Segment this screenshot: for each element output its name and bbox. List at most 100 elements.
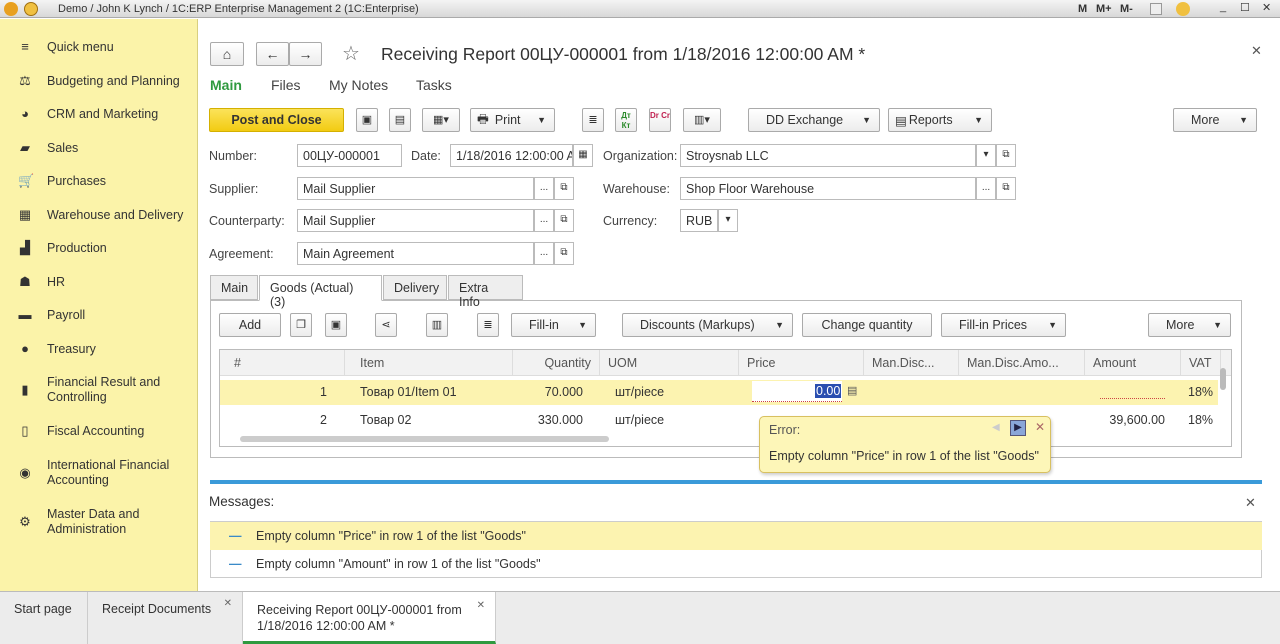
memory-mminus-icon[interactable]: M- xyxy=(1120,3,1133,15)
reports-button[interactable]: ▤ Reports ▼ xyxy=(888,108,992,132)
home-button[interactable]: ⌂ xyxy=(210,42,244,66)
nav-tab-main[interactable]: Main xyxy=(210,77,242,93)
sidebar-item-fiscal-accounting[interactable]: ▯ Fiscal Accounting xyxy=(0,424,196,456)
structure-icon[interactable]: ≣ xyxy=(582,108,604,132)
nav-tab-files[interactable]: Files xyxy=(271,77,301,93)
close-tab-icon[interactable]: ✕ xyxy=(224,598,232,609)
minimize-icon[interactable]: _ xyxy=(1220,1,1226,13)
back-button[interactable]: ← xyxy=(256,42,289,66)
agreement-select-icon[interactable]: ... xyxy=(534,242,554,265)
favorite-star-icon[interactable]: ☆ xyxy=(342,41,360,66)
panels-icon[interactable] xyxy=(1150,3,1162,15)
fill-in-prices-button[interactable]: Fill-in Prices ▼ xyxy=(941,313,1066,337)
tab-goods-actual-[interactable]: Goods (Actual) (3) xyxy=(259,275,382,309)
sidebar-item-quick-menu[interactable]: ≡ Quick menu xyxy=(0,40,196,72)
message-text[interactable]: Empty column "Price" in row 1 of the lis… xyxy=(256,522,526,550)
row-uom[interactable]: шт/piece xyxy=(607,382,737,402)
info-icon[interactable] xyxy=(1176,2,1190,16)
sidebar-item-international-financial-accounting[interactable]: ◉ International Financial Accounting xyxy=(0,458,196,490)
close-window-icon[interactable]: ✕ xyxy=(1262,1,1271,14)
column-header-quantity[interactable]: Quantity xyxy=(513,350,600,376)
row-quantity[interactable]: 330.000 xyxy=(513,410,591,430)
supplier-open-icon[interactable]: ⧉ xyxy=(554,177,574,200)
create-based-on-icon[interactable]: ▦▾ xyxy=(422,108,460,132)
attachments-icon[interactable]: ▥▾ xyxy=(683,108,721,132)
row-quantity[interactable]: 70.000 xyxy=(513,382,591,402)
counterparty-select-icon[interactable]: ... xyxy=(534,209,554,232)
row-uom[interactable]: шт/piece xyxy=(607,410,737,430)
supplier-field[interactable]: Mail Supplier xyxy=(297,177,534,200)
currency-dropdown-icon[interactable]: ▾ xyxy=(718,209,738,232)
column-header-man-disc-[interactable]: Man.Disc... xyxy=(864,350,959,376)
sidebar-item-crm-and-marketing[interactable]: ◕ CRM and Marketing xyxy=(0,107,196,139)
row-vat[interactable]: 18% xyxy=(1188,410,1218,430)
split-icon[interactable]: ⋖ xyxy=(375,313,397,337)
more-button[interactable]: More ▼ xyxy=(1173,108,1257,132)
counterparty-open-icon[interactable]: ⧉ xyxy=(554,209,574,232)
message-item[interactable]: — Empty column "Price" in row 1 of the li… xyxy=(210,522,1262,550)
row-vat[interactable]: 18% xyxy=(1188,382,1218,402)
sidebar-item-treasury[interactable]: ● Treasury xyxy=(0,342,196,374)
fill-icon[interactable]: ≣ xyxy=(477,313,499,337)
next-error-icon[interactable]: ▶ xyxy=(1010,420,1026,436)
tab-main[interactable]: Main xyxy=(210,275,258,300)
memory-m-icon[interactable]: M xyxy=(1078,3,1087,15)
column-header-amount[interactable]: Amount xyxy=(1085,350,1181,376)
main-menu-icon[interactable] xyxy=(24,2,38,16)
dd-exchange-button[interactable]: DD Exchange ▼ xyxy=(748,108,880,132)
sidebar-item-financial-result-and-controlling[interactable]: ▮ Financial Result and Controlling xyxy=(0,375,196,407)
calculator-icon[interactable]: ▤ xyxy=(847,384,857,397)
row-amount[interactable]: 39,600.00 xyxy=(1085,410,1173,430)
save-icon[interactable]: ▣ xyxy=(356,108,378,132)
column-header-price[interactable]: Price xyxy=(739,350,864,376)
close-tooltip-icon[interactable]: ✕ xyxy=(1035,420,1045,434)
organization-dropdown-icon[interactable]: ▾ xyxy=(976,144,996,167)
post-icon[interactable]: ▤ xyxy=(389,108,411,132)
tab-delivery[interactable]: Delivery xyxy=(383,275,447,300)
nav-tab-tasks[interactable]: Tasks xyxy=(416,77,452,93)
counterparty-field[interactable]: Mail Supplier xyxy=(297,209,534,232)
sidebar-item-purchases[interactable]: 🛒 Purchases xyxy=(0,174,196,206)
previous-error-icon[interactable]: ◀ xyxy=(992,422,1000,433)
print-button[interactable]: 🖶 Print ▼ xyxy=(470,108,555,132)
close-document-icon[interactable]: ✕ xyxy=(1251,43,1262,59)
warehouse-select-icon[interactable]: ... xyxy=(976,177,996,200)
bottom-tab-2[interactable]: Receiving Report 00ЦУ-000001 from 1/18/2… xyxy=(243,592,496,644)
copy-icon[interactable]: ❐ xyxy=(290,313,312,337)
tab-extra-info[interactable]: Extra Info xyxy=(448,275,523,309)
paste-icon[interactable]: ▣ xyxy=(325,313,347,337)
nav-tab-my-notes[interactable]: My Notes xyxy=(329,77,388,93)
memory-mplus-icon[interactable]: M+ xyxy=(1096,3,1112,15)
bottom-tab-1[interactable]: Receipt Documents ✕ xyxy=(88,592,243,644)
forward-button[interactable]: → xyxy=(289,42,322,66)
discounts-button[interactable]: Discounts (Markups) ▼ xyxy=(622,313,793,337)
row-item[interactable]: Товар 01/Item 01 xyxy=(352,382,512,402)
column-header-item[interactable]: Item xyxy=(345,350,513,376)
change-quantity-button[interactable]: Change quantity xyxy=(802,313,932,337)
number-field[interactable]: 00ЦУ-000001 xyxy=(297,144,402,167)
drcr-icon[interactable]: Dr Cr xyxy=(649,108,671,132)
horizontal-scrollbar[interactable] xyxy=(240,436,609,442)
messages-divider[interactable] xyxy=(210,480,1262,484)
fill-in-button[interactable]: Fill-in ▼ xyxy=(511,313,596,337)
dtkt-icon[interactable]: Дт Кт xyxy=(615,108,637,132)
supplier-select-icon[interactable]: ... xyxy=(534,177,554,200)
warehouse-field[interactable]: Shop Floor Warehouse xyxy=(680,177,976,200)
add-button[interactable]: Add xyxy=(219,313,281,337)
goods-more-button[interactable]: More ▼ xyxy=(1148,313,1231,337)
sidebar-item-sales[interactable]: ▰ Sales xyxy=(0,141,196,173)
column-header-number[interactable]: # xyxy=(220,350,345,376)
vertical-scrollbar[interactable] xyxy=(1220,368,1226,390)
sidebar-item-hr[interactable]: ☗ HR xyxy=(0,275,196,307)
message-text[interactable]: Empty column "Amount" in row 1 of the li… xyxy=(256,550,541,578)
price-input[interactable]: 0.00 xyxy=(815,384,842,398)
message-item[interactable]: — Empty column "Amount" in row 1 of the l… xyxy=(210,550,1262,578)
organization-open-icon[interactable]: ⧉ xyxy=(996,144,1016,167)
bottom-tab-0[interactable]: Start page xyxy=(0,592,88,644)
organization-field[interactable]: Stroysnab LLC xyxy=(680,144,976,167)
calendar-icon[interactable]: ▦ xyxy=(573,144,593,167)
sidebar-item-master-data-and-administration[interactable]: ⚙ Master Data and Administration xyxy=(0,507,196,539)
currency-field[interactable]: RUB xyxy=(680,209,718,232)
column-header-man-disc-amo-[interactable]: Man.Disc.Amo... xyxy=(959,350,1085,376)
agreement-open-icon[interactable]: ⧉ xyxy=(554,242,574,265)
